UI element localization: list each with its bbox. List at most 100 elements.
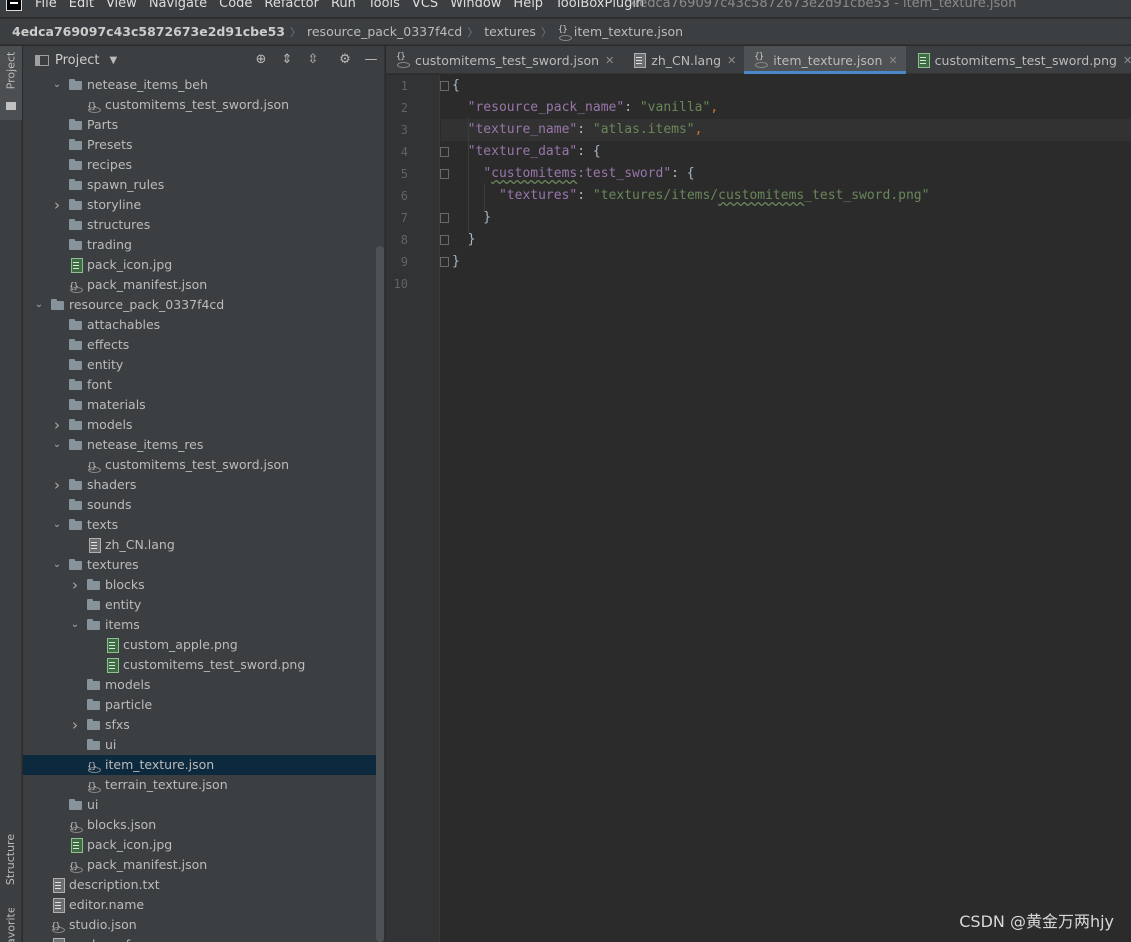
project-scrollbar[interactable]	[376, 246, 384, 942]
tree-item[interactable]: spawn_rules	[23, 175, 384, 195]
tree-item[interactable]: entity	[23, 355, 384, 375]
tree-item[interactable]: customitems_test_sword.json	[23, 455, 384, 477]
tree-item[interactable]: › storyline	[23, 195, 384, 215]
menu-item-file[interactable]: File	[35, 0, 57, 11]
menu-item-run[interactable]: Run	[331, 0, 356, 11]
locate-target-icon[interactable]: ⊕	[254, 52, 268, 66]
menu-item-navigate[interactable]: Navigate	[149, 0, 207, 11]
code-editor[interactable]: 1 2 3 4 5 6 7 8 9 10 { "resource_pack_name": "van…	[386, 75, 1131, 942]
chevron-down-icon[interactable]: ⌄	[51, 435, 63, 455]
tree-item[interactable]: custom_apple.png	[23, 635, 384, 655]
tree-item[interactable]: font	[23, 375, 384, 395]
chevron-down-icon[interactable]: ⌄	[51, 555, 63, 575]
tree-item[interactable]: ui	[23, 795, 384, 815]
tree-item[interactable]: ⌄ items	[23, 615, 384, 635]
tree-item[interactable]: customitems_test_sword.json	[23, 95, 384, 117]
chevron-down-icon[interactable]: ▼	[109, 55, 117, 66]
chevron-right-icon[interactable]: ›	[51, 415, 63, 435]
close-icon[interactable]: ✕	[888, 54, 897, 67]
tree-item[interactable]: entity	[23, 595, 384, 615]
menu-item-help[interactable]: Help	[513, 0, 543, 11]
chevron-down-icon[interactable]: ⌄	[51, 75, 63, 95]
tree-item[interactable]: models	[23, 675, 384, 695]
tree-item[interactable]: › blocks	[23, 575, 384, 595]
breadcrumb-file[interactable]: item_texture.json	[574, 24, 683, 39]
tree-item[interactable]: effects	[23, 335, 384, 355]
menu-item-view[interactable]: View	[106, 0, 137, 11]
tree-item[interactable]: ⌄ textures	[23, 555, 384, 575]
breadcrumb-project[interactable]: 4edca769097c43c5872673e2d91cbe53	[12, 24, 285, 39]
tree-item[interactable]: Parts	[23, 115, 384, 135]
tree-item[interactable]: › models	[23, 415, 384, 435]
project-panel-title[interactable]: Project	[55, 53, 99, 68]
json-file-icon	[69, 857, 83, 877]
tree-item[interactable]: blocks.json	[23, 815, 384, 837]
chevron-right-icon[interactable]: ›	[51, 475, 63, 495]
tree-item[interactable]: description.txt	[23, 875, 384, 895]
fold-marker-icon[interactable]	[440, 81, 449, 91]
tree-item[interactable]: pack_manifest.json	[23, 275, 384, 297]
tab-customitems-test-sword-png[interactable]: customitems_test_sword.png ✕	[906, 46, 1131, 74]
fold-marker-icon[interactable]	[440, 169, 449, 179]
expand-all-icon[interactable]: ⇕	[280, 52, 294, 66]
tree-item[interactable]: › shaders	[23, 475, 384, 495]
menu-item-code[interactable]: Code	[219, 0, 252, 11]
tree-item[interactable]: structures	[23, 215, 384, 235]
tree-item[interactable]: editor.name	[23, 895, 384, 915]
close-icon[interactable]: ✕	[1123, 54, 1131, 67]
tree-item[interactable]: sounds	[23, 495, 384, 515]
menu-item-vcs[interactable]: VCS	[412, 0, 438, 11]
tree-item[interactable]: attachables	[23, 315, 384, 335]
fold-marker-icon[interactable]	[440, 235, 449, 245]
close-icon[interactable]: ✕	[605, 54, 614, 67]
tree-item[interactable]: customitems_test_sword.png	[23, 655, 384, 675]
tree-item[interactable]: › sfxs	[23, 715, 384, 735]
tab-zh-cn-lang[interactable]: zh_CN.lang ✕	[622, 46, 744, 74]
fold-marker-icon[interactable]	[440, 213, 449, 223]
breadcrumb-textures[interactable]: textures	[484, 24, 536, 39]
tab-item-texture-json[interactable]: item_texture.json ✕	[744, 46, 907, 74]
tree-item[interactable]: pack_icon.jpg	[23, 835, 384, 855]
tree-item[interactable]: ⌄ texts	[23, 515, 384, 535]
menu-item-tools[interactable]: Tools	[368, 0, 400, 11]
tab-label: zh_CN.lang	[651, 52, 722, 68]
menu-item-refactor[interactable]: Refactor	[264, 0, 319, 11]
tree-item[interactable]: particle	[23, 695, 384, 715]
tree-item[interactable]: recipes	[23, 155, 384, 175]
fold-marker-icon[interactable]	[440, 147, 449, 157]
tree-item[interactable]: ui	[23, 735, 384, 755]
menu-bar: File Edit View Navigate Code Refactor Run Tools…	[0, 0, 1131, 17]
breadcrumb-separator-icon: 〉	[540, 25, 552, 39]
fold-marker-icon[interactable]	[440, 257, 449, 267]
tool-tab-structure[interactable]: Structure	[0, 824, 22, 894]
tree-item[interactable]: pack_icon.jpg	[23, 255, 384, 275]
hide-panel-icon[interactable]: —	[364, 52, 378, 66]
close-icon[interactable]: ✕	[727, 54, 736, 67]
tree-item[interactable]: ⌄ netease_items_res	[23, 435, 384, 455]
menu-item-window[interactable]: Window	[450, 0, 501, 11]
tool-tab-favorites[interactable]: Favorites	[0, 908, 22, 942]
tree-item[interactable]: ⌄ netease_items_beh	[23, 75, 384, 95]
tree-item[interactable]: Presets	[23, 135, 384, 155]
tree-item[interactable]: pack_manifest.json	[23, 855, 384, 877]
collapse-all-icon[interactable]: ⇳	[306, 52, 320, 66]
tree-item[interactable]: item_texture.json	[23, 755, 384, 777]
tree-item[interactable]: trading	[23, 235, 384, 255]
tree-item[interactable]: work.conf	[23, 935, 384, 942]
tree-item[interactable]: terrain_texture.json	[23, 775, 384, 797]
tree-item[interactable]: materials	[23, 395, 384, 415]
menu-item-edit[interactable]: Edit	[69, 0, 94, 11]
tool-tab-project[interactable]: Project	[0, 46, 22, 120]
chevron-right-icon[interactable]: ›	[69, 715, 81, 735]
chevron-right-icon[interactable]: ›	[51, 195, 63, 215]
chevron-down-icon[interactable]: ⌄	[51, 515, 63, 535]
gear-icon[interactable]: ⚙	[338, 52, 352, 66]
tree-item[interactable]: studio.json	[23, 915, 384, 937]
chevron-down-icon[interactable]: ⌄	[69, 615, 81, 635]
tree-item[interactable]: ⌄ resource_pack_0337f4cd	[23, 295, 384, 315]
tree-item[interactable]: zh_CN.lang	[23, 535, 384, 555]
chevron-right-icon[interactable]: ›	[69, 575, 81, 595]
chevron-down-icon[interactable]: ⌄	[33, 295, 45, 315]
breadcrumb-resource-pack[interactable]: resource_pack_0337f4cd	[307, 24, 462, 39]
tab-customitems-test-sword-json[interactable]: customitems_test_sword.json ✕	[386, 46, 622, 74]
